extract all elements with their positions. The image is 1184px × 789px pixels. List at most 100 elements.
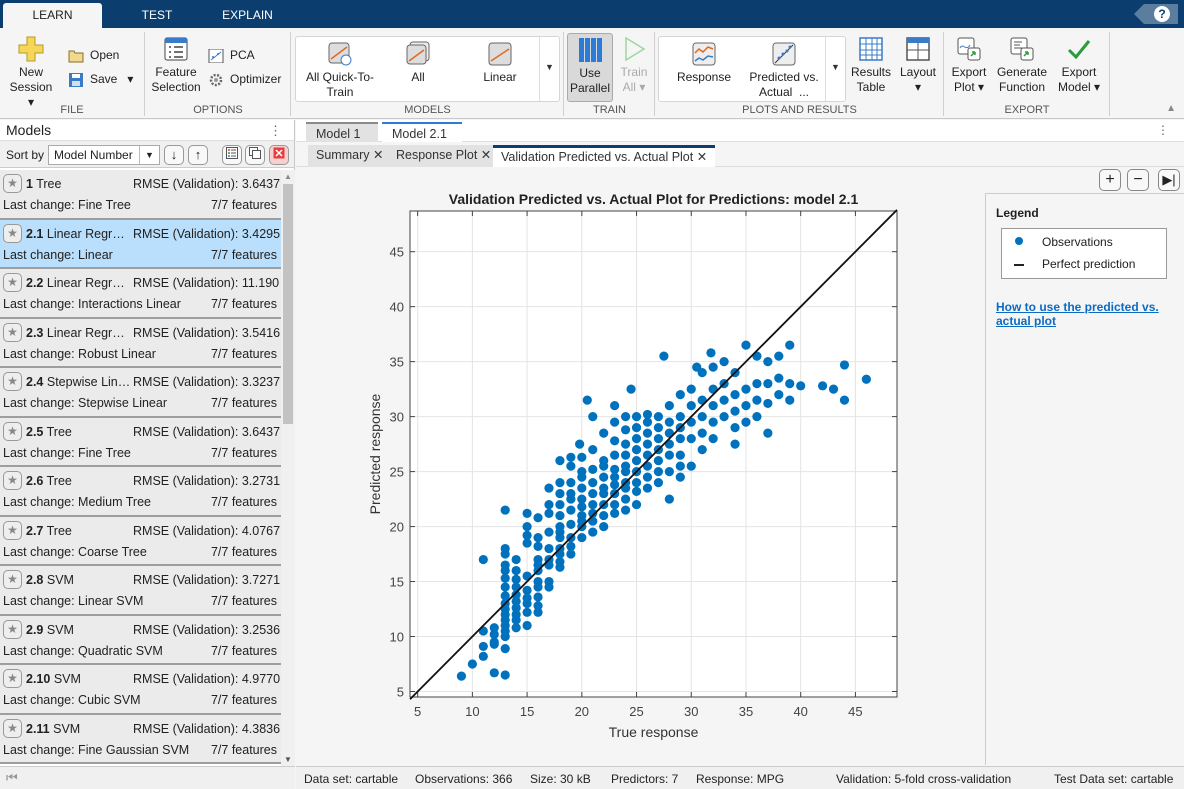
close-icon[interactable]: ✕ (373, 148, 383, 162)
gallery-response[interactable]: Response (667, 41, 741, 85)
observation-point[interactable] (763, 398, 773, 409)
observation-point[interactable] (588, 445, 598, 455)
observation-point[interactable] (752, 395, 762, 405)
observation-point[interactable] (456, 671, 467, 681)
model-summary-button[interactable] (222, 145, 242, 165)
pca-button[interactable]: PCA (208, 48, 255, 63)
observation-point[interactable] (577, 466, 587, 477)
observation-point[interactable] (675, 390, 685, 400)
model-list-item[interactable]: ★ 2.2 Linear Regr… RMSE (Validation): 11.1… (0, 269, 281, 319)
observation-point[interactable] (533, 513, 543, 523)
tab-learn[interactable]: LEARN (3, 3, 102, 28)
observation-point[interactable] (675, 412, 685, 422)
observation-point[interactable] (588, 499, 598, 510)
observation-point[interactable] (774, 351, 784, 361)
star-icon[interactable]: ★ (3, 669, 22, 688)
observation-point[interactable] (566, 452, 576, 462)
gallery-all[interactable]: All (392, 41, 444, 85)
observation-point[interactable] (544, 483, 554, 493)
tab-summary[interactable]: Summary ✕ (308, 145, 392, 167)
open-button[interactable]: Open (68, 48, 119, 63)
close-icon[interactable]: ✕ (481, 148, 491, 162)
generate-function-button[interactable]: Generate Function (995, 36, 1049, 95)
plots-gallery-expand[interactable]: ▼ (825, 37, 845, 101)
observation-point[interactable] (478, 651, 488, 661)
star-icon[interactable]: ★ (3, 570, 22, 589)
observation-point[interactable] (664, 466, 674, 477)
observation-point[interactable] (675, 450, 685, 460)
observation-point[interactable] (566, 477, 576, 488)
observation-point[interactable] (577, 494, 587, 504)
observation-point[interactable] (588, 488, 598, 499)
observation-point[interactable] (631, 486, 642, 496)
observation-point[interactable] (577, 452, 587, 462)
observation-point[interactable] (599, 510, 609, 521)
observation-point[interactable] (566, 488, 576, 499)
observation-point[interactable] (544, 543, 554, 554)
observation-point[interactable] (697, 412, 707, 422)
observation-point[interactable] (631, 477, 642, 488)
observation-point[interactable] (610, 499, 620, 510)
observation-point[interactable] (686, 461, 696, 471)
scroll-up-icon[interactable]: ▲ (284, 172, 292, 181)
observation-point[interactable] (708, 434, 718, 444)
observation-point[interactable] (763, 357, 773, 367)
observation-point[interactable] (839, 395, 850, 405)
train-all-button[interactable]: Train All ▾ (617, 36, 651, 95)
observation-point[interactable] (533, 532, 543, 543)
observation-point[interactable] (511, 574, 521, 584)
observation-point[interactable] (686, 384, 696, 394)
observation-point[interactable] (752, 412, 762, 422)
observation-point[interactable] (686, 401, 696, 411)
observation-point[interactable] (697, 428, 707, 438)
observation-point[interactable] (730, 439, 740, 449)
star-icon[interactable]: ★ (3, 421, 22, 441)
gallery-linear[interactable]: Linear (474, 41, 526, 85)
observation-point[interactable] (522, 521, 532, 532)
observation-point[interactable] (500, 670, 510, 680)
observation-point[interactable] (511, 554, 521, 565)
observation-point[interactable] (697, 445, 707, 455)
observation-point[interactable] (839, 360, 850, 370)
observation-point[interactable] (566, 519, 576, 529)
observation-point[interactable] (719, 412, 729, 422)
observation-point[interactable] (577, 483, 587, 493)
observation-point[interactable] (642, 409, 653, 420)
model-list-item[interactable]: ★ 2.8 SVM RMSE (Validation): 3.7271 Last ch… (0, 566, 281, 616)
observation-point[interactable] (763, 428, 773, 438)
observation-point[interactable] (642, 483, 653, 493)
observation-point[interactable] (719, 395, 729, 405)
delete-button[interactable] (269, 145, 289, 165)
predicted-vs-actual-chart[interactable]: 5 10 15 20 25 30 35 40 45 5 10 15 20 25 30 35 40 45 Valida… (300, 168, 984, 765)
observation-point[interactable] (631, 499, 642, 510)
zoom-in-button[interactable]: + (1099, 169, 1121, 191)
observation-point[interactable] (631, 434, 642, 444)
observation-point[interactable] (730, 390, 740, 400)
gallery-predicted-vs-actual[interactable]: Predicted vs. Actual ... (747, 41, 821, 100)
model-list-item[interactable]: ★ 2.5 Tree RMSE (Validation): 3.6437 Last c… (0, 417, 281, 467)
help-button[interactable]: ? (1134, 4, 1178, 24)
observation-point[interactable] (511, 565, 521, 576)
observation-point[interactable] (489, 629, 499, 639)
observation-point[interactable] (566, 461, 576, 471)
observation-point[interactable] (522, 607, 532, 617)
observation-point[interactable] (664, 494, 674, 504)
observation-point[interactable] (631, 412, 642, 422)
observation-point[interactable] (575, 439, 585, 449)
star-icon[interactable]: ★ (3, 273, 22, 292)
star-icon[interactable]: ★ (3, 223, 22, 243)
observation-point[interactable] (730, 423, 740, 433)
observation-point[interactable] (500, 644, 510, 654)
observation-point[interactable] (653, 412, 664, 422)
observation-point[interactable] (730, 406, 740, 416)
layout-button[interactable]: Layout ▾ (896, 36, 940, 95)
observation-point[interactable] (631, 423, 642, 433)
save-button[interactable]: Save ▾ (68, 72, 133, 87)
feature-selection-button[interactable]: Feature Selection (150, 36, 202, 95)
observation-point[interactable] (588, 527, 598, 537)
observation-point[interactable] (631, 455, 642, 466)
observation-point[interactable] (555, 477, 565, 488)
duplicate-button[interactable] (245, 145, 265, 165)
sort-dropdown[interactable]: Model Number ▼ (48, 145, 160, 165)
observation-point[interactable] (642, 439, 653, 449)
